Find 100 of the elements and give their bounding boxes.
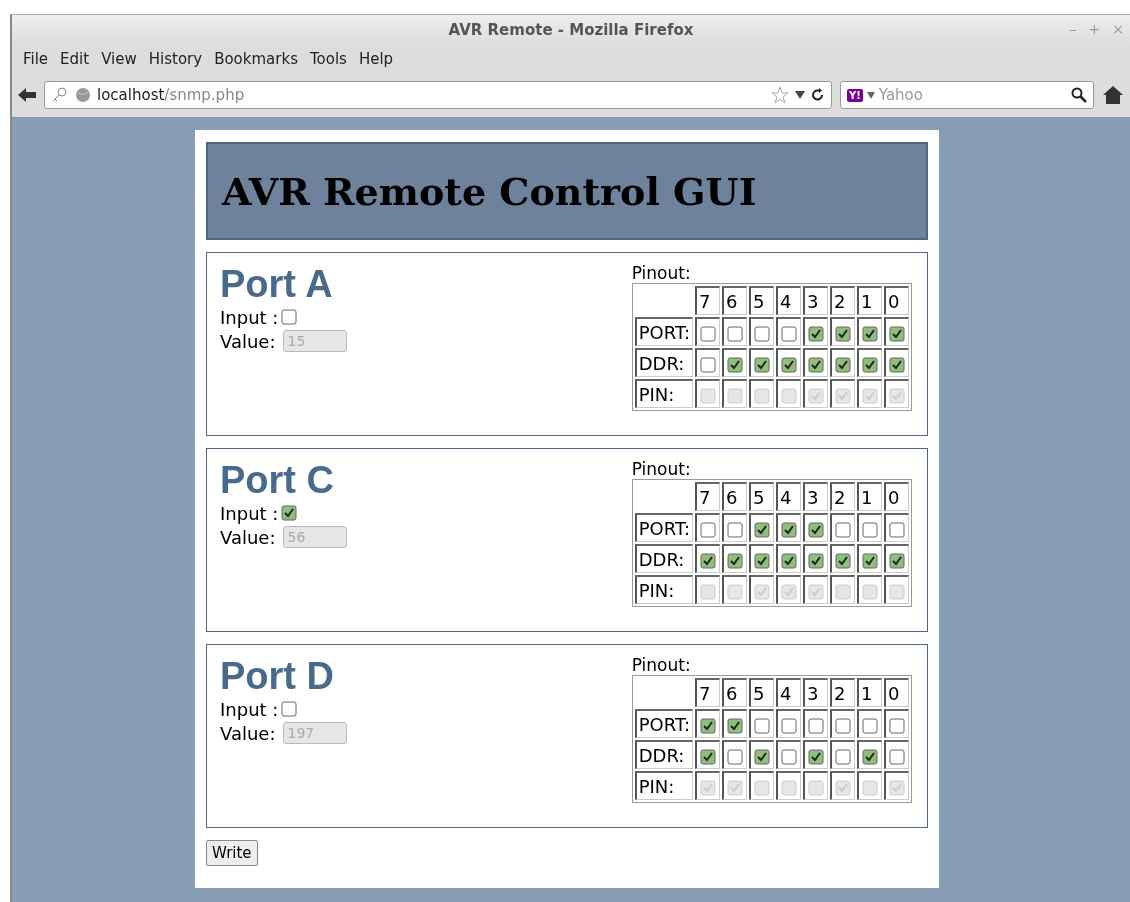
bit-header: 0 <box>884 678 909 707</box>
pinout-label: Pinout: <box>631 655 692 675</box>
checkbox[interactable] <box>889 325 905 342</box>
checkbox[interactable] <box>835 325 851 342</box>
checkbox[interactable] <box>862 521 878 538</box>
write-button[interactable]: Write <box>206 840 258 866</box>
bit-header: 5 <box>749 678 774 707</box>
checkbox[interactable] <box>835 748 851 765</box>
checkbox[interactable] <box>754 717 770 734</box>
bit-header: 0 <box>884 482 909 511</box>
checkbox[interactable] <box>889 717 905 734</box>
checkbox[interactable] <box>727 552 743 569</box>
menu-item[interactable]: History <box>143 50 208 68</box>
reload-icon[interactable] <box>811 88 825 102</box>
home-icon[interactable] <box>1102 85 1124 105</box>
checkbox[interactable] <box>700 325 716 342</box>
menu-item[interactable]: View <box>96 50 142 68</box>
checkbox[interactable] <box>754 356 770 373</box>
checkbox[interactable] <box>700 552 716 569</box>
pinout-label: Pinout: <box>631 459 692 479</box>
bit-header: 4 <box>776 286 801 315</box>
checkbox[interactable] <box>781 325 797 342</box>
checkbox[interactable] <box>889 552 905 569</box>
checkbox[interactable] <box>700 748 716 765</box>
menu-item[interactable]: Edit <box>55 50 95 68</box>
checkbox[interactable] <box>808 717 824 734</box>
menu-item[interactable]: Bookmarks <box>209 50 303 68</box>
checkbox[interactable] <box>781 748 797 765</box>
star-icon[interactable] <box>771 86 789 104</box>
url-text: localhost/snmp.php <box>97 86 245 104</box>
dropdown-icon[interactable] <box>866 91 875 99</box>
checkbox[interactable] <box>727 748 743 765</box>
checkbox[interactable] <box>889 356 905 373</box>
bit-header: 2 <box>830 286 855 315</box>
checkbox[interactable] <box>862 552 878 569</box>
row-label: PORT: <box>634 317 693 346</box>
value-label: Value: <box>220 330 276 352</box>
checkbox[interactable] <box>835 356 851 373</box>
checkbox[interactable] <box>281 309 298 325</box>
checkbox[interactable] <box>700 717 716 734</box>
bit-header: 7 <box>695 482 720 511</box>
bit-header: 5 <box>749 482 774 511</box>
bit-header: 5 <box>749 286 774 315</box>
checkbox[interactable] <box>808 356 824 373</box>
port-title: Port C <box>220 459 335 501</box>
checkbox[interactable] <box>281 701 298 717</box>
bit-header: 7 <box>695 286 720 315</box>
bit-header: 3 <box>803 678 828 707</box>
checkbox[interactable] <box>808 325 824 342</box>
menu-item[interactable]: File <box>18 50 54 68</box>
checkbox[interactable] <box>754 748 770 765</box>
checkbox[interactable] <box>862 325 878 342</box>
checkbox[interactable] <box>727 717 743 734</box>
input-label: Input : <box>220 698 279 720</box>
key-icon <box>51 86 69 104</box>
menu-item[interactable]: Tools <box>304 50 352 68</box>
checkbox[interactable] <box>281 505 298 521</box>
bit-header: 3 <box>803 482 828 511</box>
checkbox[interactable] <box>754 325 770 342</box>
checkbox[interactable] <box>700 521 716 538</box>
checkbox[interactable] <box>808 521 824 538</box>
menu-item[interactable]: Help <box>353 50 399 68</box>
checkbox[interactable] <box>781 717 797 734</box>
checkbox[interactable] <box>727 325 743 342</box>
page-title: AVR Remote Control GUI <box>222 168 757 214</box>
checkbox[interactable] <box>862 748 878 765</box>
bit-header: 0 <box>884 286 909 315</box>
back-arrow-icon[interactable] <box>18 88 36 102</box>
checkbox[interactable] <box>835 552 851 569</box>
value-label: Value: <box>220 722 276 744</box>
port-title: Port D <box>220 655 335 697</box>
checkbox[interactable] <box>835 717 851 734</box>
search-field[interactable]: Y! Yahoo <box>840 81 1094 109</box>
url-field[interactable]: localhost/snmp.php <box>44 81 832 109</box>
checkbox[interactable] <box>835 521 851 538</box>
bit-header: 2 <box>830 678 855 707</box>
value-label: Value: <box>220 526 276 548</box>
checkbox[interactable] <box>727 356 743 373</box>
checkbox[interactable] <box>727 521 743 538</box>
checkbox[interactable] <box>700 356 716 373</box>
checkbox[interactable] <box>808 552 824 569</box>
dropdown-icon[interactable] <box>795 91 805 99</box>
checkbox[interactable] <box>781 552 797 569</box>
search-engine-logo[interactable]: Y! <box>847 88 863 102</box>
checkbox[interactable] <box>781 356 797 373</box>
bit-header: 1 <box>857 286 882 315</box>
checkbox[interactable] <box>781 521 797 538</box>
row-label: PIN: <box>634 379 693 408</box>
search-icon[interactable] <box>1071 87 1087 103</box>
checkbox[interactable] <box>754 521 770 538</box>
bit-header: 2 <box>830 482 855 511</box>
checkbox[interactable] <box>808 748 824 765</box>
checkbox[interactable] <box>862 356 878 373</box>
checkbox[interactable] <box>889 521 905 538</box>
search-placeholder: Yahoo <box>878 86 923 104</box>
bit-header: 6 <box>722 678 747 707</box>
bit-header: 4 <box>776 678 801 707</box>
checkbox[interactable] <box>862 717 878 734</box>
checkbox[interactable] <box>754 552 770 569</box>
checkbox[interactable] <box>889 748 905 765</box>
